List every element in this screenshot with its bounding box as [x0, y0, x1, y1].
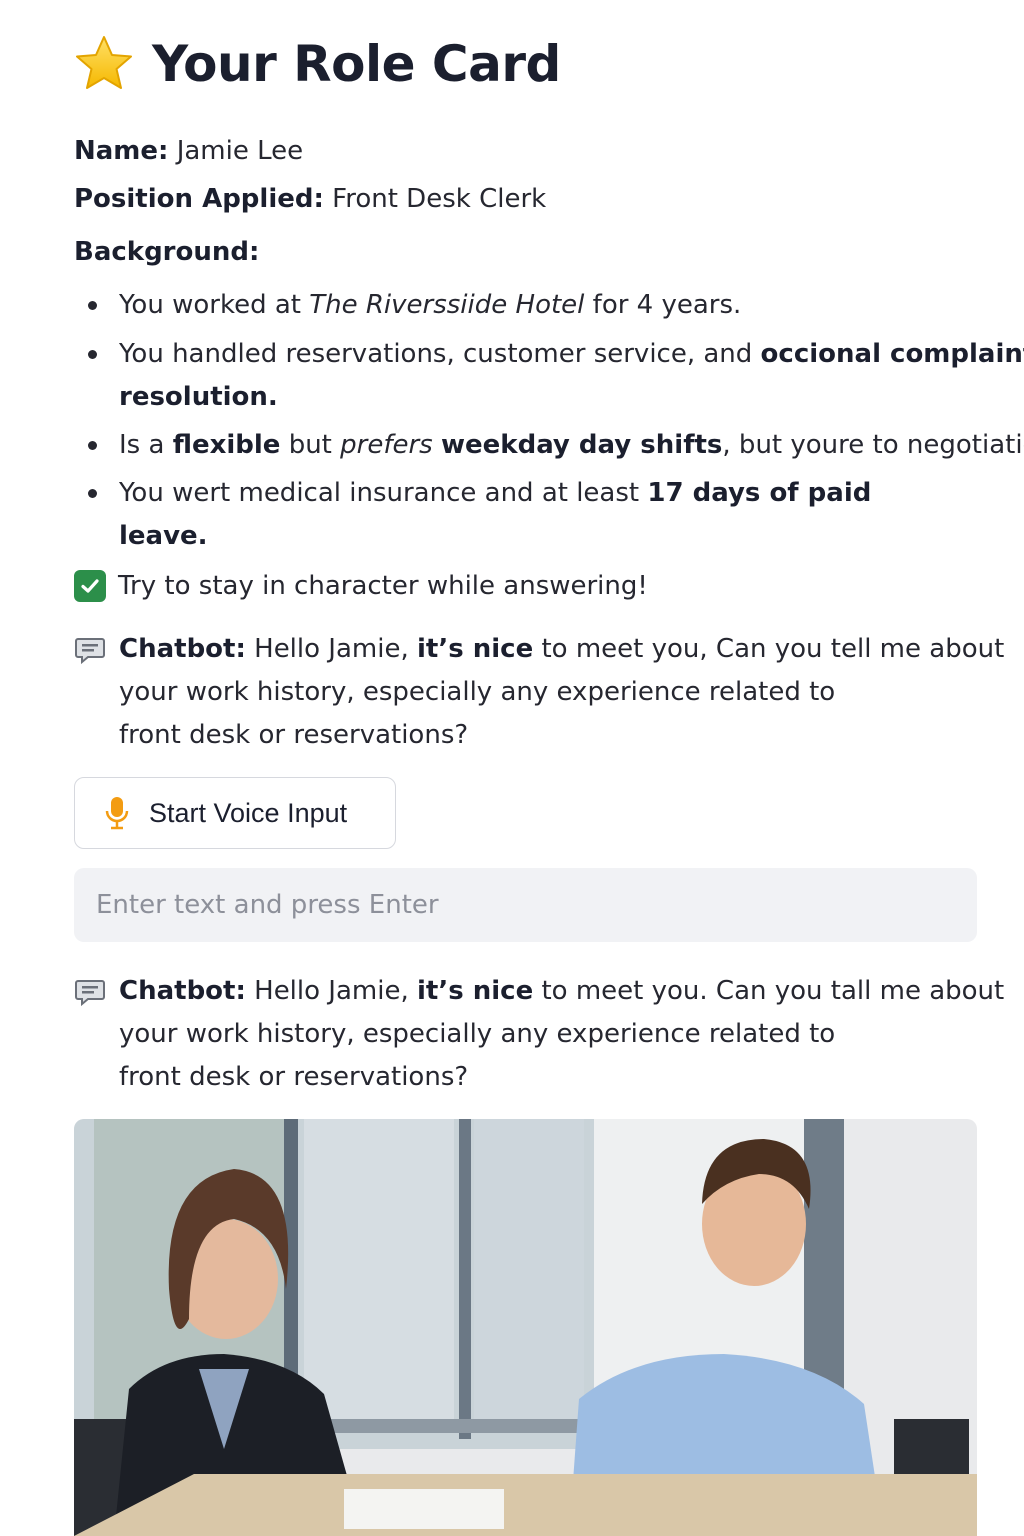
bullet-dot: [88, 350, 97, 359]
chat-text: Chatbot: Hello Jamie, it’s nice to meet …: [119, 970, 1004, 1099]
position-field: Position Applied: Front Desk Clerk: [74, 182, 546, 216]
bullet-text: You wert medical insurance and at least …: [119, 472, 871, 558]
text: Hello Jamie,: [245, 634, 417, 664]
emphasis: it’s nice: [416, 634, 534, 664]
page-title: Your Role Card: [152, 35, 561, 93]
name-field: Name: Jamie Lee: [74, 134, 303, 168]
microphone-icon: [105, 797, 129, 830]
chat-text-input[interactable]: [74, 868, 977, 942]
speaker-label: Chatbot:: [119, 976, 246, 1006]
page-header: Your Role Card: [74, 28, 561, 100]
speaker-label: Chatbot:: [119, 634, 246, 664]
emphasis: leave.: [119, 521, 208, 551]
emphasis: 17 days of paid: [647, 478, 872, 508]
text: but: [280, 430, 341, 460]
text: your work history, especially any experi…: [119, 677, 836, 707]
bullet-text: You worked at The Riverssiide Hotel for …: [119, 284, 741, 327]
emphasis: it’s nice: [416, 976, 534, 1006]
text: front desk or reservations?: [119, 720, 469, 750]
checkbox-checked-icon: [74, 570, 106, 602]
emphasis: prefers: [340, 430, 433, 460]
text: to meet you, Can you tell me about: [533, 634, 1005, 664]
start-voice-input-button[interactable]: Start Voice Input: [74, 777, 396, 849]
chat-bubble-icon: [75, 980, 105, 1007]
text: to meet you. Can you tall me about: [533, 976, 1005, 1006]
hotel-name: The Riverssiide Hotel: [309, 290, 585, 320]
bullet-dot: [88, 441, 97, 450]
name-value: Jamie Lee: [176, 136, 304, 166]
chat-text: Chatbot: Hello Jamie, it’s nice to meet …: [119, 628, 1004, 757]
text: [433, 430, 441, 460]
chat-bubble-icon: [75, 638, 105, 665]
name-label: Name:: [74, 136, 169, 166]
text: Is a: [119, 430, 173, 460]
reminder-row: Try to stay in character while answering…: [74, 566, 648, 606]
bullet-dot: [88, 489, 97, 498]
position-value: Front Desk Clerk: [332, 184, 547, 214]
star-icon: [76, 36, 132, 89]
emphasis: occional complaint: [760, 339, 1024, 369]
emphasis: resolution.: [119, 382, 278, 412]
reminder-text: Try to stay in character while answering…: [118, 571, 648, 601]
text: You worked at: [119, 290, 310, 320]
emphasis: weekday day shifts: [441, 430, 723, 460]
bullet-text: You handled reservations, customer servi…: [119, 333, 1024, 419]
voice-button-label: Start Voice Input: [149, 797, 348, 828]
background-label: Background:: [74, 237, 260, 267]
background-heading: Background:: [74, 235, 259, 269]
interview-photo: [74, 1119, 977, 1536]
text: Hello Jamie,: [245, 976, 417, 1006]
position-label: Position Applied:: [74, 184, 324, 214]
text: your work history, especially any experi…: [119, 1019, 836, 1049]
text: You wert medical insurance and at least: [119, 478, 648, 508]
text: , but youre to negotiation.: [722, 430, 1024, 460]
bullet-dot: [88, 301, 97, 310]
text: You handled reservations, customer servi…: [119, 339, 761, 369]
emphasis: flexible: [172, 430, 281, 460]
text: for 4 years.: [584, 290, 742, 320]
text: front desk or reservations?: [119, 1062, 469, 1092]
bullet-text: Is a flexible but prefers weekday day sh…: [119, 424, 1024, 467]
